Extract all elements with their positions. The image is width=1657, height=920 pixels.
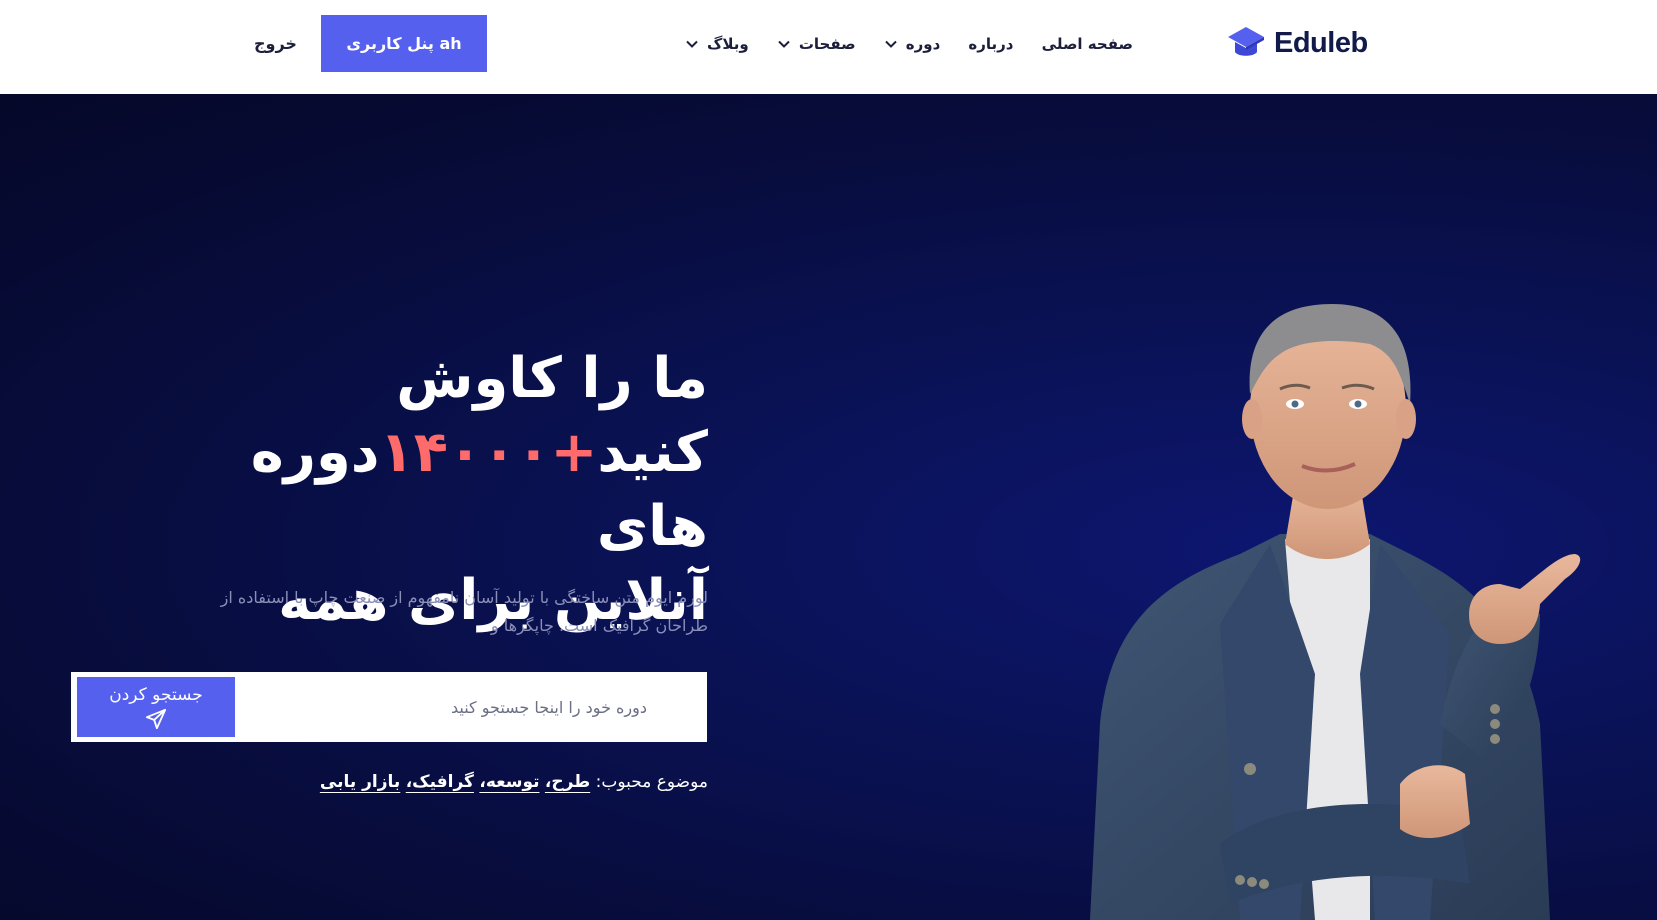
nav-item-about[interactable]: درباره [968, 35, 1013, 53]
chevron-down-icon [686, 40, 698, 48]
search-button-label: جستجو کردن [109, 685, 203, 705]
topic-link-marketing[interactable]: بازار یابی [320, 772, 400, 792]
chevron-down-icon [885, 40, 897, 48]
course-search-form: جستجو کردن [71, 672, 707, 742]
nav-item-label: دوره [905, 35, 941, 53]
headline-line-2: کنید+۱۴۰۰۰دوره های [140, 416, 708, 564]
logo-text: Eduleb [1274, 26, 1368, 59]
logout-link[interactable]: خروج [254, 30, 297, 56]
nav-item-label: صفحه اصلی [1041, 35, 1133, 53]
headline-word: کنید [597, 420, 708, 485]
hero-section: ما را کاوش کنید+۱۴۰۰۰دوره های آنلاین برا… [0, 94, 1657, 920]
main-nav: صفحه اصلی درباره دوره صفحات وبلاگ [685, 30, 1133, 58]
nav-item-label: وبلاگ [707, 35, 749, 53]
hero-person-image [1090, 304, 1581, 920]
site-header: Eduleb صفحه اصلی درباره دوره صفحات وبلاگ… [0, 0, 1657, 94]
headline-line-1: ما را کاوش [396, 346, 708, 411]
logo[interactable]: Eduleb [1226, 23, 1368, 63]
chevron-down-icon [778, 40, 790, 48]
nav-item-pages[interactable]: صفحات [777, 35, 856, 53]
nav-item-label: درباره [968, 35, 1014, 53]
paper-plane-icon [145, 708, 167, 730]
nav-item-home[interactable]: صفحه اصلی [1042, 35, 1133, 53]
search-button[interactable]: جستجو کردن [77, 677, 235, 737]
hero-description: لورم ایوم متن ساختگی با تولید آسان نامفه… [220, 588, 708, 635]
graduation-cap-icon [1228, 27, 1264, 56]
nav-item-course[interactable]: دوره [884, 35, 941, 53]
search-input[interactable] [243, 674, 705, 740]
topic-link-design[interactable]: طرح، [545, 772, 590, 792]
nav-item-blog[interactable]: وبلاگ [685, 35, 749, 53]
headline-accent-number: +۱۴۰۰۰ [379, 420, 598, 485]
nav-item-label: صفحات [798, 35, 856, 53]
topic-link-graphics[interactable]: گرافیک، [406, 772, 474, 792]
user-panel-button[interactable]: پنل کاربری ah [321, 15, 487, 72]
topic-link-development[interactable]: توسعه، [479, 772, 539, 792]
popular-topics-label: موضوع محبوب: [595, 772, 708, 792]
popular-topics: موضوع محبوب: طرح، توسعه، گرافیک، بازار ی… [280, 772, 708, 792]
